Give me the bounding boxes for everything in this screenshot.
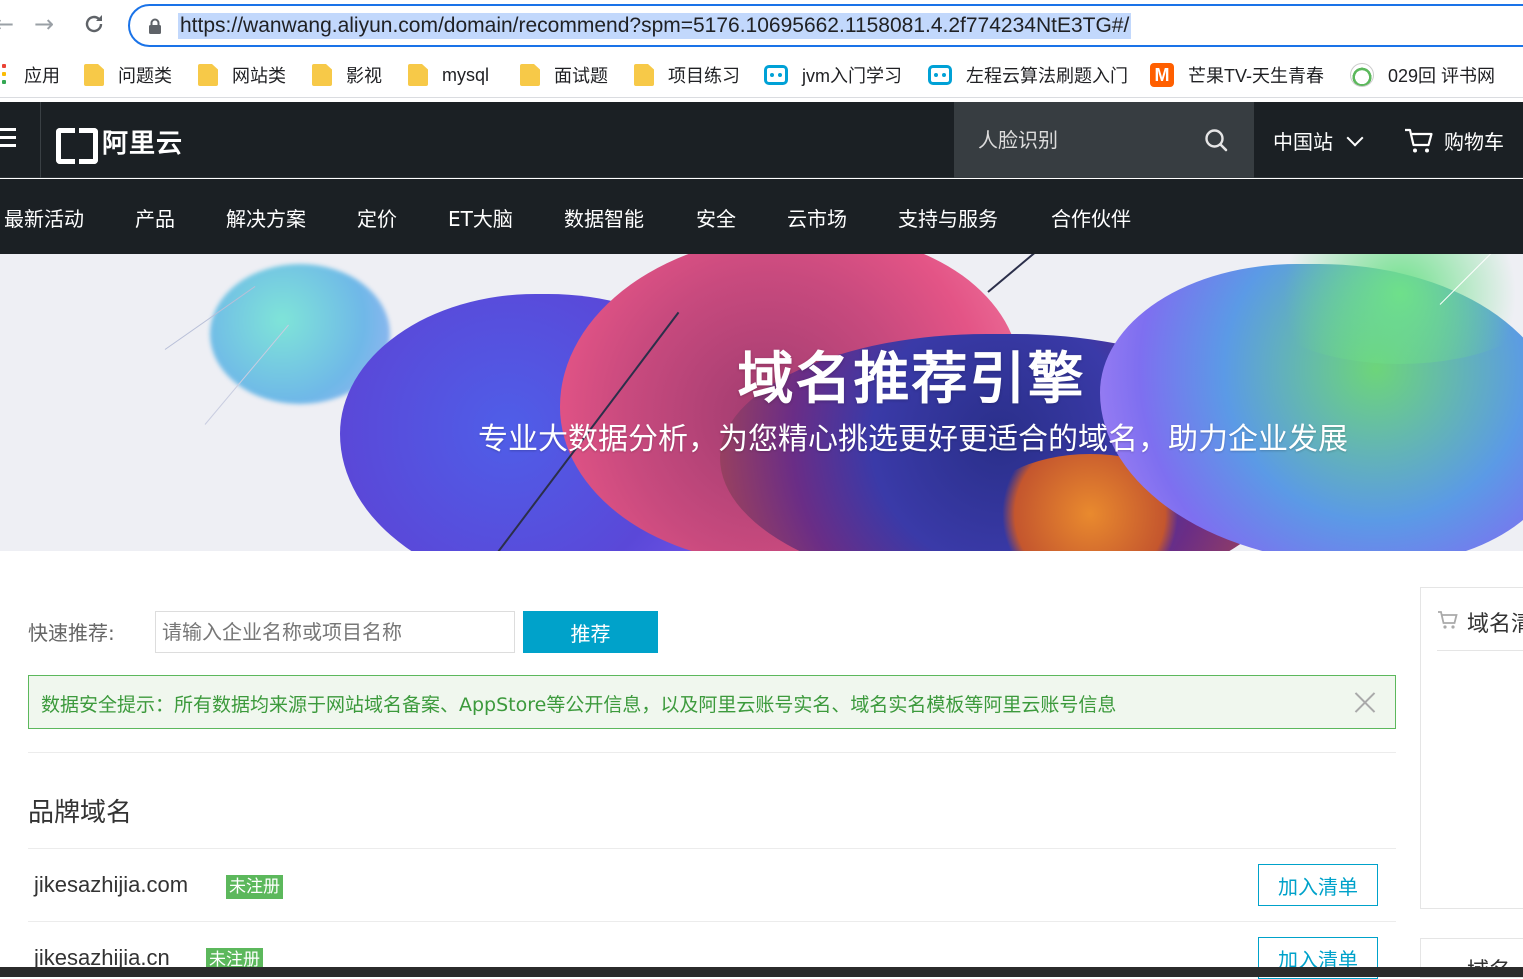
- cart-label: 购物车: [1444, 130, 1504, 154]
- bookmark-label: 面试题: [554, 66, 608, 86]
- hero-banner: 域名推荐引擎 专业大数据分析，为您精心挑选更好更适合的域名，助力企业发展: [0, 254, 1523, 551]
- search-icon[interactable]: [1204, 128, 1228, 152]
- header-divider: [40, 102, 41, 178]
- url-text[interactable]: https://wanwang.aliyun.com/domain/recomm…: [178, 13, 1132, 39]
- status-badge: 未注册: [226, 875, 283, 899]
- reload-icon[interactable]: [78, 8, 110, 40]
- brand-domain-title: 品牌域名: [28, 798, 133, 828]
- address-bar[interactable]: https://wanwang.aliyun.com/domain/recomm…: [128, 4, 1523, 47]
- folder-icon: [408, 64, 428, 86]
- main-nav: 最新活动 产品 解决方案 定价 ET大脑 数据智能 安全 云市场 支持与服务 合…: [0, 179, 1523, 254]
- pingshu-icon: [1350, 63, 1374, 87]
- nav-item-products[interactable]: 产品: [135, 203, 175, 232]
- lock-icon: [149, 18, 161, 34]
- bookmark-folder-wangzhanlei[interactable]: 网站类: [198, 61, 286, 89]
- domain-name: jikesazhijia.com: [34, 872, 189, 897]
- hero-subtitle: 专业大数据分析，为您精心挑选更好更适合的域名，助力企业发展: [478, 422, 1348, 457]
- nav-item-marketplace[interactable]: 云市场: [787, 203, 847, 232]
- row-divider: [28, 848, 1396, 849]
- bilibili-icon: [928, 65, 952, 85]
- back-arrow-icon[interactable]: ←: [0, 8, 20, 40]
- aliyun-logo[interactable]: 阿里云: [56, 124, 184, 164]
- header-search: [954, 102, 1254, 178]
- bilibili-icon: [764, 65, 788, 85]
- nav-item-data-intelligence[interactable]: 数据智能: [564, 203, 644, 232]
- bookmark-label: 029回 评书网: [1388, 66, 1496, 86]
- nav-item-latest[interactable]: 最新活动: [4, 203, 84, 232]
- logo-text: 阿里云: [102, 128, 184, 159]
- folder-icon: [312, 64, 332, 86]
- folder-icon: [520, 64, 540, 86]
- cart-icon: [1438, 611, 1458, 629]
- bookmark-jvm[interactable]: jvm入门学习: [764, 61, 902, 89]
- bookmark-zuochengyun[interactable]: 左程云算法刷题入门: [928, 61, 1128, 89]
- hero-decoration: [987, 254, 1050, 293]
- domain-list-title: 域名清: [1467, 612, 1523, 637]
- bookmark-label: 项目练习: [668, 66, 740, 86]
- folder-icon: [634, 64, 654, 86]
- bookmark-label: 影视: [346, 66, 382, 86]
- bookmark-label: 左程云算法刷题入门: [966, 66, 1128, 86]
- nav-item-et-brain[interactable]: ET大脑: [448, 203, 513, 232]
- folder-icon: [84, 64, 104, 86]
- add-to-list-button[interactable]: 加入清单: [1258, 864, 1378, 906]
- aliyun-logo-icon: [56, 128, 98, 164]
- cart-icon: [1405, 128, 1433, 152]
- bookmark-label: 网站类: [232, 66, 286, 86]
- bookmark-pingshu[interactable]: 029回 评书网: [1350, 61, 1495, 89]
- forward-arrow-icon[interactable]: →: [28, 8, 60, 40]
- browser-toolbar: ← → https://wanwang.aliyun.com/domain/re…: [0, 0, 1523, 52]
- row-divider: [28, 921, 1396, 922]
- bookmark-folder-mianshiti[interactable]: 面试题: [520, 61, 608, 89]
- data-security-notice: 数据安全提示：所有数据均来源于网站域名备案、AppStore等公开信息，以及阿里…: [28, 675, 1396, 729]
- domain-list-panel: 域名清: [1420, 587, 1523, 909]
- bookmark-label: 问题类: [118, 66, 172, 86]
- close-icon[interactable]: [1353, 690, 1377, 714]
- bookmark-label: 芒果TV-天生青春: [1188, 66, 1325, 86]
- bookmark-label: mysql: [442, 64, 490, 85]
- site-header: 阿里云 中国站 购物车: [0, 102, 1523, 178]
- notice-text: 数据安全提示：所有数据均来源于网站域名备案、AppStore等公开信息，以及阿里…: [41, 694, 1117, 716]
- panel-divider: [1437, 650, 1523, 651]
- nav-item-pricing[interactable]: 定价: [357, 203, 397, 232]
- bookmark-folder-wentilei[interactable]: 问题类: [84, 61, 172, 89]
- section-divider: [28, 752, 1396, 753]
- bookmark-label: 应用: [24, 66, 60, 86]
- cart-link[interactable]: 购物车: [1404, 126, 1504, 155]
- hero-title: 域名推荐引擎: [737, 347, 1086, 412]
- bookmark-folder-mysql[interactable]: mysql: [408, 61, 489, 89]
- folder-icon: [198, 64, 218, 86]
- apps-icon: [2, 64, 10, 86]
- region-label: 中国站: [1273, 130, 1333, 154]
- company-name-input[interactable]: [155, 611, 515, 653]
- nav-item-support[interactable]: 支持与服务: [898, 203, 998, 232]
- bookmark-mangotv[interactable]: M 芒果TV-天生青春: [1150, 61, 1324, 89]
- bookmark-folder-xiangmulianxi[interactable]: 项目练习: [634, 61, 740, 89]
- nav-item-solutions[interactable]: 解决方案: [226, 203, 306, 232]
- mango-tv-icon: M: [1150, 63, 1174, 87]
- bookmark-apps[interactable]: 应用: [2, 61, 60, 89]
- menu-icon[interactable]: [0, 128, 16, 148]
- quick-recommend-label: 快速推荐:: [28, 621, 115, 645]
- bookmark-label: jvm入门学习: [802, 66, 902, 86]
- bookmarks-bar: 应用 问题类 网站类 影视 mysql 面试题 项目练习 jvm入门学习 左程云…: [0, 52, 1523, 98]
- bookmark-folder-yingshi[interactable]: 影视: [312, 61, 382, 89]
- region-selector[interactable]: 中国站: [1273, 126, 1364, 155]
- os-taskbar: [0, 967, 1523, 977]
- recommend-button[interactable]: 推荐: [523, 611, 658, 653]
- nav-item-security[interactable]: 安全: [696, 203, 736, 232]
- header-search-input[interactable]: [978, 126, 1178, 154]
- nav-item-partners[interactable]: 合作伙伴: [1051, 203, 1131, 232]
- chevron-down-icon: [1346, 129, 1364, 146]
